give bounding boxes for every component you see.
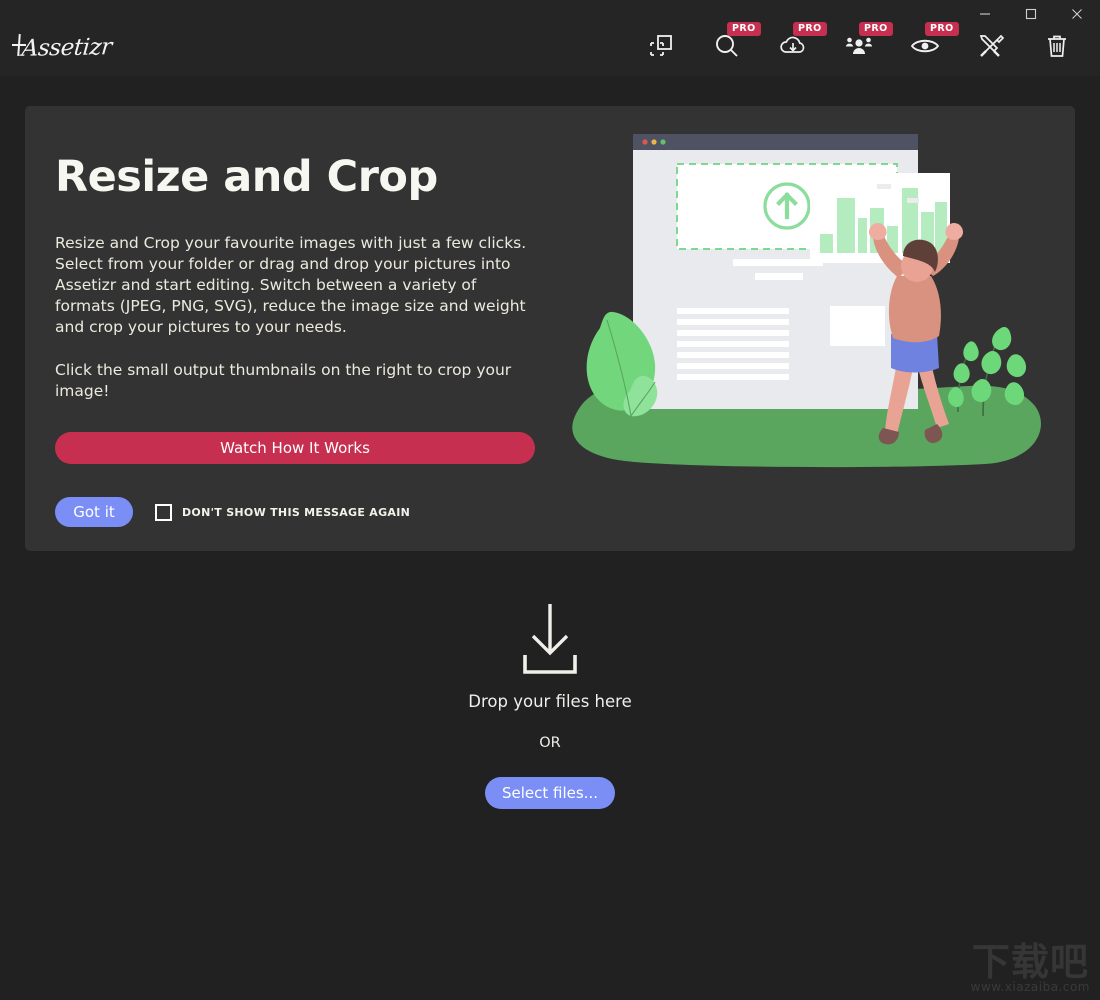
dont-show-again-checkbox[interactable]: DON'T SHOW THIS MESSAGE AGAIN — [155, 503, 411, 521]
toolbar-button-magnifier[interactable]: PRO — [694, 22, 761, 68]
resize-crop-icon — [650, 35, 672, 56]
pro-badge: PRO — [727, 22, 761, 36]
pro-badge: PRO — [859, 22, 893, 36]
got-it-button[interactable]: Got it — [55, 497, 133, 527]
cloud-download-icon — [780, 36, 805, 53]
hero-illustration — [572, 134, 1041, 468]
intro-card-content: Resize and Crop Resize and Crop your fav… — [55, 156, 555, 527]
title-bar: Assetizr PRO PRO PRO PRO — [0, 0, 1100, 76]
toolbar-button-delete[interactable] — [1024, 24, 1090, 68]
dont-show-again-label: DON'T SHOW THIS MESSAGE AGAIN — [182, 505, 411, 519]
trash-icon — [1048, 35, 1066, 57]
file-dropzone[interactable]: Drop your files here OR Select files... — [0, 600, 1100, 809]
page-title: Resize and Crop — [55, 152, 438, 202]
minimize-icon — [980, 13, 990, 15]
watermark-url-text: www.xiazaiba.com — [970, 980, 1090, 994]
watermark-logo-text: 下载吧 — [971, 939, 1089, 984]
toolbar-button-cloud-download[interactable]: PRO — [760, 22, 827, 68]
intro-paragraph-2: Click the small output thumbnails on the… — [55, 361, 512, 400]
pro-badge: PRO — [925, 22, 959, 36]
eye-icon — [910, 39, 940, 53]
tools-icon — [979, 34, 1005, 57]
close-icon — [1072, 9, 1082, 19]
people-group-icon — [845, 37, 873, 54]
magnifier-icon — [716, 35, 738, 57]
or-separator-text: OR — [539, 735, 561, 751]
drop-files-text: Drop your files here — [468, 692, 632, 711]
watch-how-it-works-button[interactable]: Watch How It Works — [55, 432, 535, 464]
pro-badge: PRO — [793, 22, 827, 36]
select-files-button[interactable]: Select files... — [485, 777, 615, 809]
app-logo-text: Assetizr — [20, 34, 113, 62]
application-window: Assetizr PRO PRO PRO PRO Resize and Crop… — [0, 0, 1100, 1000]
intro-card: Resize and Crop Resize and Crop your fav… — [25, 106, 1075, 551]
toolbar: PRO PRO PRO PRO — [628, 22, 1090, 68]
app-logo: Assetizr — [8, 28, 148, 68]
watermark: 下载吧 www.xiazaiba.com — [970, 939, 1090, 994]
intro-card-actions: Got it DON'T SHOW THIS MESSAGE AGAIN — [55, 497, 555, 527]
download-tray-icon — [523, 604, 577, 674]
toolbar-button-preview[interactable]: PRO — [892, 22, 959, 68]
toolbar-button-tools[interactable] — [958, 24, 1024, 68]
checkbox-box[interactable] — [155, 503, 172, 521]
maximize-icon — [1025, 8, 1037, 20]
toolbar-button-people-group[interactable]: PRO — [826, 22, 893, 68]
intro-paragraph-1: Resize and Crop your favourite images wi… — [55, 234, 527, 336]
toolbar-button-resize-crop[interactable] — [628, 24, 694, 68]
